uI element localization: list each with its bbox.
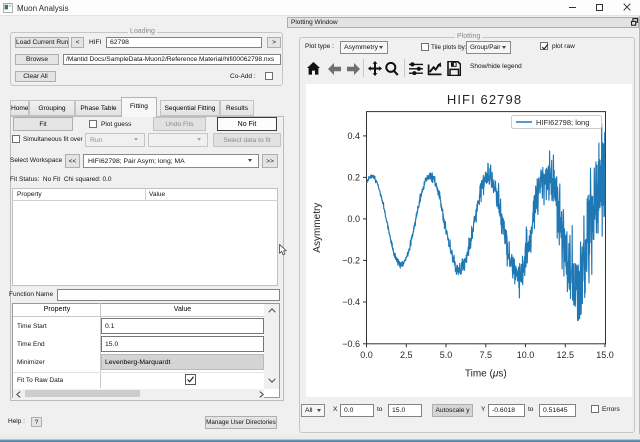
svg-text:−0.2: −0.2 xyxy=(342,255,360,265)
svg-text:0.2: 0.2 xyxy=(347,172,360,182)
svg-text:2.5: 2.5 xyxy=(400,350,413,360)
svg-text:0.4: 0.4 xyxy=(347,131,360,141)
svg-text:HIFI 62798: HIFI 62798 xyxy=(447,92,522,107)
svg-text:−0.6: −0.6 xyxy=(342,339,360,349)
svg-text:15.0: 15.0 xyxy=(596,350,614,360)
svg-text:12.5: 12.5 xyxy=(557,350,575,360)
svg-text:5.0: 5.0 xyxy=(440,350,453,360)
svg-text:−0.4: −0.4 xyxy=(342,297,360,307)
svg-text:7.5: 7.5 xyxy=(480,350,493,360)
svg-text:HIFI62798; long: HIFI62798; long xyxy=(536,118,589,127)
svg-text:0.0: 0.0 xyxy=(347,214,360,224)
svg-text:0.0: 0.0 xyxy=(360,350,373,360)
svg-text:Asymmetry: Asymmetry xyxy=(312,203,323,253)
svg-text:10.0: 10.0 xyxy=(517,350,535,360)
svg-text:Time (μs): Time (μs) xyxy=(465,369,507,380)
